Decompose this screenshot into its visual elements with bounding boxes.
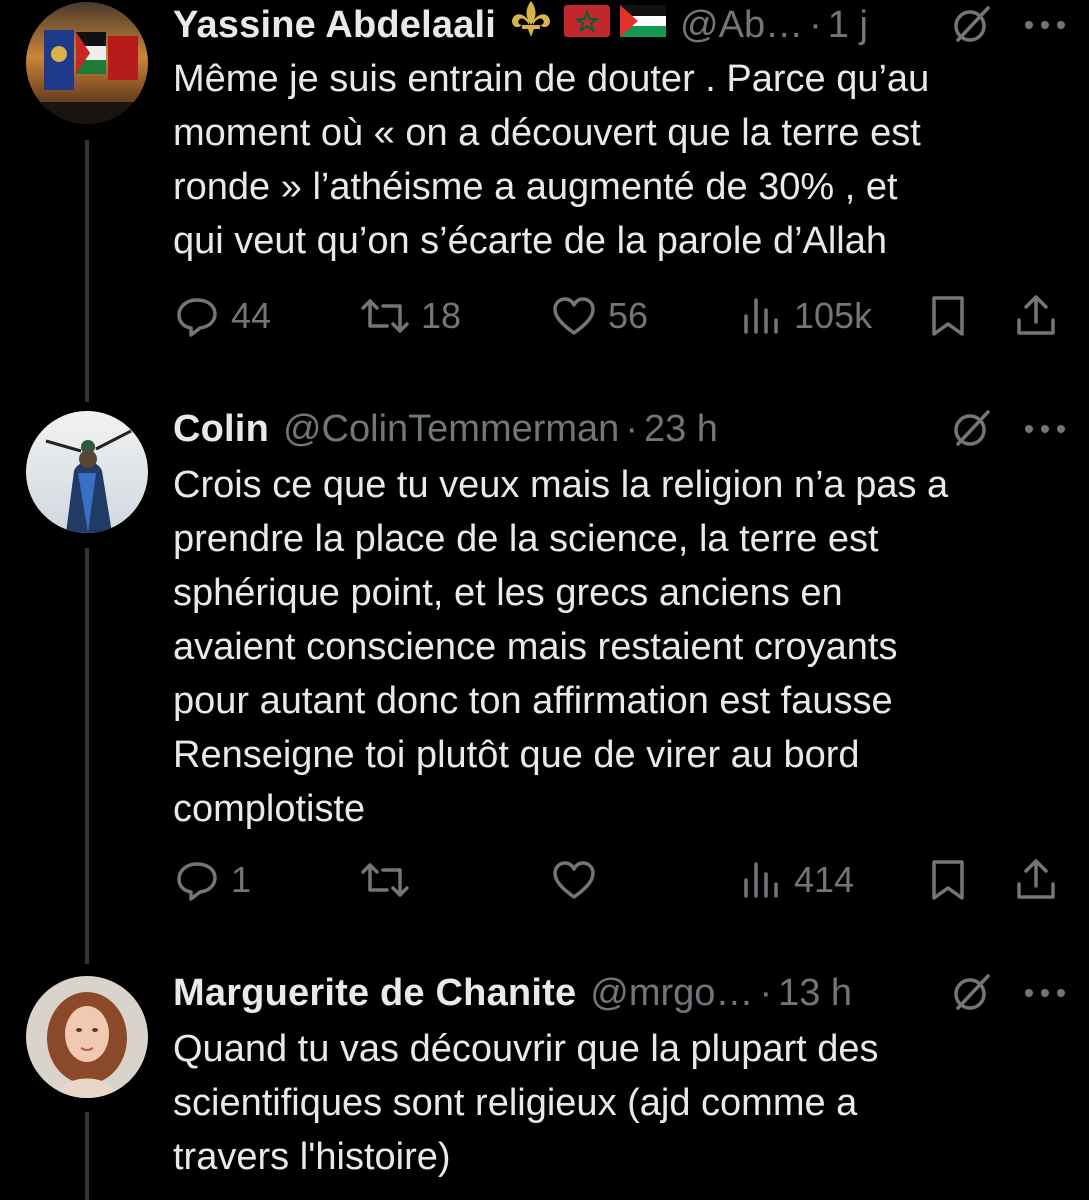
like-button[interactable]: 56 [550, 291, 648, 341]
author-badges [508, 0, 667, 52]
heart-icon [553, 861, 595, 899]
views-button[interactable]: 414 [740, 855, 854, 905]
tweet-text: Crois ce que tu veux mais la religion n’… [173, 464, 949, 830]
author-handle[interactable]: @mrgo… [590, 968, 753, 1018]
views-icon [744, 862, 778, 898]
timestamp[interactable]: 13 h [778, 968, 852, 1018]
views-count: 105k [794, 295, 873, 336]
tweet[interactable]: Colin @ColinTemmerman · 23 h Crois ce qu… [0, 404, 1089, 964]
reply-count: 44 [231, 295, 272, 336]
share-icon [1017, 295, 1055, 335]
repost-button[interactable]: 18 [359, 291, 461, 341]
views-count: 414 [794, 859, 855, 900]
bookmark-icon [932, 860, 964, 900]
tweet-actions: 44 18 56 105k [173, 291, 1063, 341]
repost-icon [361, 863, 409, 897]
views-icon [744, 298, 778, 334]
separator-dot: · [809, 4, 822, 46]
bookmark-button[interactable] [926, 855, 970, 905]
bookmark-icon [932, 296, 964, 336]
share-icon [1017, 859, 1055, 899]
author-handle[interactable]: @ColinTemmerman [283, 404, 619, 454]
reply-count: 1 [231, 859, 252, 900]
separator-dot: · [759, 972, 773, 1014]
timestamp[interactable]: 23 h [644, 404, 718, 454]
heart-icon [553, 297, 595, 335]
reply-icon [177, 862, 217, 901]
reply-button[interactable]: 44 [173, 291, 271, 341]
tweet-header: Yassine Abdelaali @Ab… · 1 j [173, 0, 1069, 50]
author-name[interactable]: Yassine Abdelaali [173, 0, 496, 50]
bookmark-button[interactable] [926, 291, 970, 341]
avatar[interactable] [26, 2, 148, 124]
like-count: 56 [608, 295, 649, 336]
tweet-header: Colin @ColinTemmerman · 23 h [173, 404, 1069, 454]
tweet-actions: 1 414 [173, 855, 1063, 905]
timestamp[interactable]: 1 j [828, 0, 868, 50]
tweet-text: Même je suis entrain de douter . Parce q… [173, 58, 930, 262]
more-options-icon[interactable] [1021, 405, 1069, 453]
author-name[interactable]: Colin [173, 404, 269, 454]
repost-button[interactable] [359, 855, 421, 905]
separator-dot: · [625, 408, 638, 450]
share-button[interactable] [1013, 855, 1059, 905]
reply-icon [177, 298, 217, 337]
views-button[interactable]: 105k [740, 291, 872, 341]
repost-count: 18 [421, 295, 462, 336]
grok-icon[interactable] [947, 1, 995, 49]
reply-button[interactable]: 1 [173, 855, 251, 905]
tweet-header: Marguerite de Chanite @mrgo… · 13 h [173, 968, 1069, 1018]
more-options-icon[interactable] [1021, 1, 1069, 49]
avatar[interactable] [26, 411, 148, 533]
author-handle[interactable]: @Ab… [680, 0, 803, 50]
grok-icon[interactable] [947, 405, 995, 453]
repost-icon [361, 299, 409, 333]
tweet-text: Quand tu vas découvrir que la plupart de… [173, 1028, 879, 1178]
fleur-de-lis-icon [508, 0, 554, 52]
tweet[interactable]: Yassine Abdelaali @Ab… · 1 j Même je sui… [0, 0, 1089, 400]
tweet[interactable]: Marguerite de Chanite @mrgo… · 13 h Quan… [0, 968, 1089, 1200]
more-options-icon[interactable] [1021, 969, 1069, 1017]
avatar[interactable] [26, 976, 148, 1098]
like-button[interactable] [550, 855, 608, 905]
grok-icon[interactable] [947, 969, 995, 1017]
palestine-flag-icon [620, 0, 667, 50]
morocco-flag-icon [564, 0, 611, 50]
share-button[interactable] [1013, 291, 1059, 341]
author-name[interactable]: Marguerite de Chanite [173, 968, 576, 1018]
